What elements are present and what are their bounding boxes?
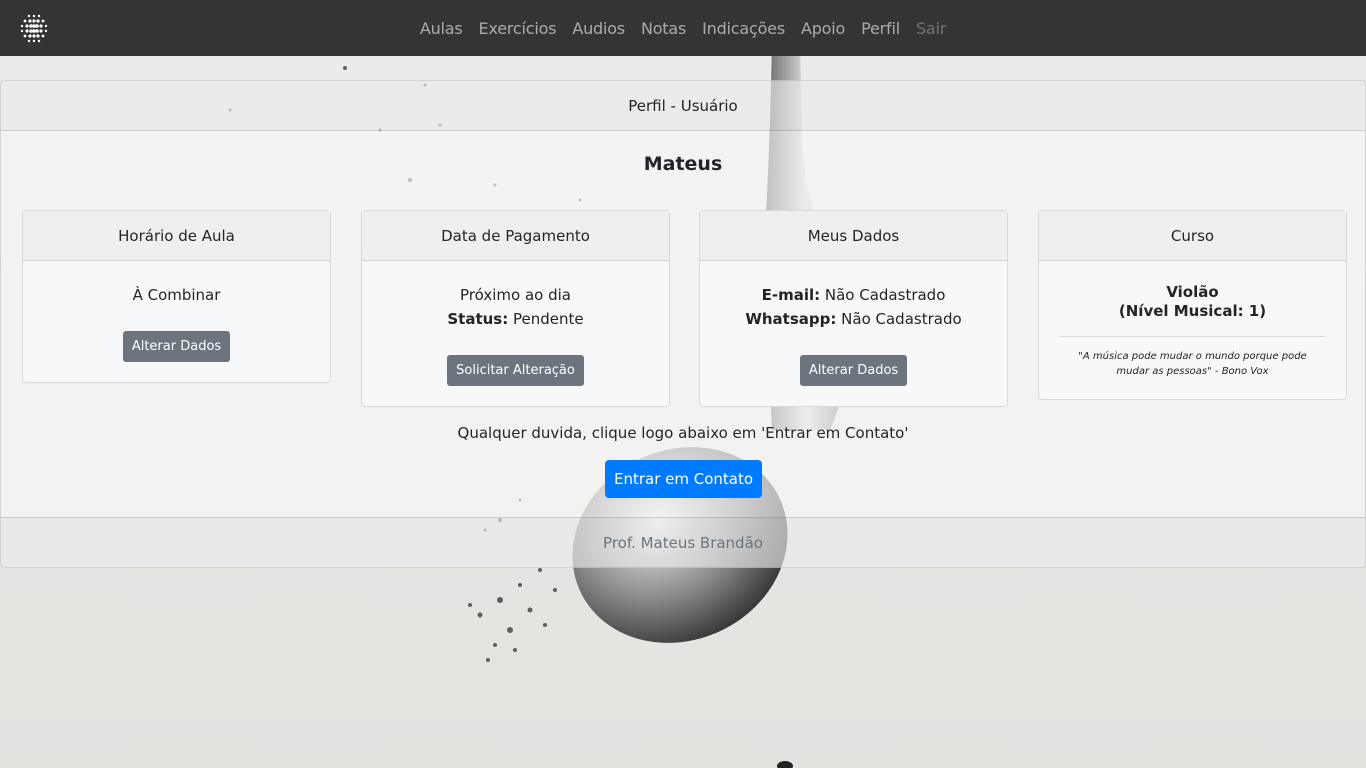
course-card-title: Curso xyxy=(1039,211,1346,261)
email-row: E-mail: Não Cadastrado xyxy=(714,283,993,307)
top-navbar: Aulas Exercícios Audios Notas Indicações… xyxy=(0,0,1366,56)
nav-item-audios[interactable]: Audios xyxy=(564,19,633,38)
nav-item-notas[interactable]: Notas xyxy=(633,19,694,38)
help-text: Qualquer duvida, clique logo abaixo em '… xyxy=(457,424,909,442)
course-divider xyxy=(1059,336,1326,337)
payment-card: Data de Pagamento Próximo ao dia Status:… xyxy=(361,210,670,407)
nav-item-exercicios[interactable]: Exercícios xyxy=(471,19,565,38)
my-data-card-title: Meus Dados xyxy=(700,211,1007,261)
profile-card-header: Perfil - Usuário xyxy=(1,81,1365,131)
nav-item-perfil[interactable]: Perfil xyxy=(853,19,908,38)
contact-button[interactable]: Entrar em Contato xyxy=(605,460,762,498)
solicitar-alteracao-button[interactable]: Solicitar Alteração xyxy=(447,355,584,386)
payment-status-value: Pendente xyxy=(513,310,584,328)
alterar-dados-button[interactable]: Alterar Dados xyxy=(799,355,908,386)
nav-item-apoio[interactable]: Apoio xyxy=(793,19,853,38)
nav-item-sair[interactable]: Sair xyxy=(908,19,954,38)
schedule-card-title: Horário de Aula xyxy=(23,211,330,261)
payment-status-label: Status: xyxy=(447,310,509,328)
email-label: E-mail: xyxy=(761,286,821,304)
course-instrument: Violão xyxy=(1166,283,1219,301)
payment-status: Status: Pendente xyxy=(376,307,655,331)
alterar-horario-button[interactable]: Alterar Dados xyxy=(122,331,231,362)
whatsapp-row: Whatsapp: Não Cadastrado xyxy=(714,307,993,331)
main-nav: Aulas Exercícios Audios Notas Indicações… xyxy=(0,0,1366,56)
profile-card: Perfil - Usuário Mateus Horário de Aula … xyxy=(0,80,1366,568)
whatsapp-label: Whatsapp: xyxy=(745,310,837,328)
schedule-value: À Combinar xyxy=(132,286,221,304)
payment-card-title: Data de Pagamento xyxy=(362,211,669,261)
whatsapp-value: Não Cadastrado xyxy=(841,310,962,328)
schedule-card: Horário de Aula À Combinar Alterar Dados xyxy=(22,210,331,383)
payment-date-value: Próximo ao dia xyxy=(460,286,571,304)
nav-item-aulas[interactable]: Aulas xyxy=(412,19,471,38)
my-data-card: Meus Dados E-mail: Não Cadastrado Whatsa… xyxy=(699,210,1008,407)
course-quote: "A música pode mudar o mundo porque pode… xyxy=(1078,351,1307,377)
user-name: Mateus xyxy=(643,153,723,175)
nav-item-indicacoes[interactable]: Indicações xyxy=(694,19,793,38)
email-value: Não Cadastrado xyxy=(824,286,946,304)
course-level: (Nível Musical: 1) xyxy=(1118,302,1267,320)
profile-card-footer: Prof. Mateus Brandão xyxy=(1,517,1365,567)
course-card: Curso Violão (Nível Musical: 1) "A músic… xyxy=(1038,210,1347,400)
